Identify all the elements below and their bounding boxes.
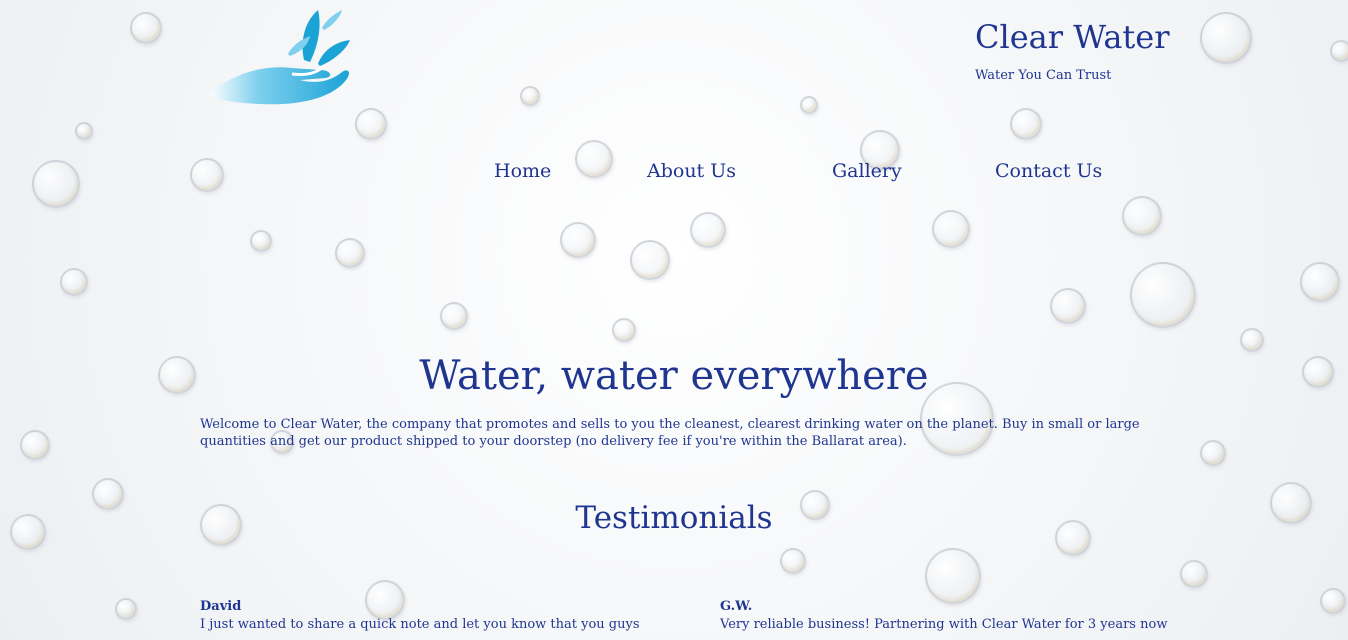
water-drop (60, 268, 88, 296)
water-drop (1240, 328, 1264, 352)
water-drop (780, 548, 806, 574)
nav-item-gallery[interactable]: Gallery (832, 160, 902, 182)
testimonial-card: David I just wanted to share a quick not… (200, 598, 640, 634)
water-drop (1050, 288, 1086, 324)
water-drop (612, 318, 636, 342)
water-drop (440, 302, 468, 330)
water-drop (1122, 196, 1162, 236)
water-drop (250, 230, 272, 252)
water-drop (355, 108, 387, 140)
testimonial-card: G.W. Very reliable business! Partnering … (720, 598, 1168, 634)
water-drop (335, 238, 365, 268)
nav-item-home[interactable]: Home (494, 160, 551, 182)
intro-paragraph: Welcome to Clear Water, the company that… (200, 417, 1140, 449)
water-drop (32, 160, 80, 208)
hero-title: Water, water everywhere (419, 353, 929, 399)
water-drop (520, 86, 540, 106)
water-drop (932, 210, 970, 248)
water-drop (130, 12, 162, 44)
testimonial-text: Very reliable business! Partnering with … (720, 617, 1168, 632)
water-drop (1300, 262, 1340, 302)
water-drop (75, 122, 93, 140)
water-drop (1130, 262, 1196, 328)
water-drop (1180, 560, 1208, 588)
testimonial-author: David (200, 599, 242, 614)
water-drop (20, 430, 50, 460)
water-drop (630, 240, 670, 280)
brand-title: Clear Water (975, 18, 1170, 56)
water-drop (1320, 588, 1346, 614)
brand-tagline: Water You Can Trust (975, 68, 1112, 83)
water-drop (925, 548, 981, 604)
testimonials-title: Testimonials (575, 500, 773, 536)
nav-item-contact-us[interactable]: Contact Us (995, 160, 1102, 182)
water-drop (115, 598, 137, 620)
testimonial-text: I just wanted to share a quick note and … (200, 617, 640, 632)
water-drop (1200, 12, 1252, 64)
water-drop (690, 212, 726, 248)
water-drop (1330, 40, 1348, 62)
water-drop (1200, 440, 1226, 466)
water-hand-logo-icon[interactable] (200, 6, 360, 110)
water-drop (1010, 108, 1042, 140)
water-drop (800, 96, 818, 114)
testimonial-author: G.W. (720, 599, 753, 614)
water-drop (560, 222, 596, 258)
water-drop (575, 140, 613, 178)
nav-item-about-us[interactable]: About Us (647, 160, 736, 182)
water-drop (190, 158, 224, 192)
